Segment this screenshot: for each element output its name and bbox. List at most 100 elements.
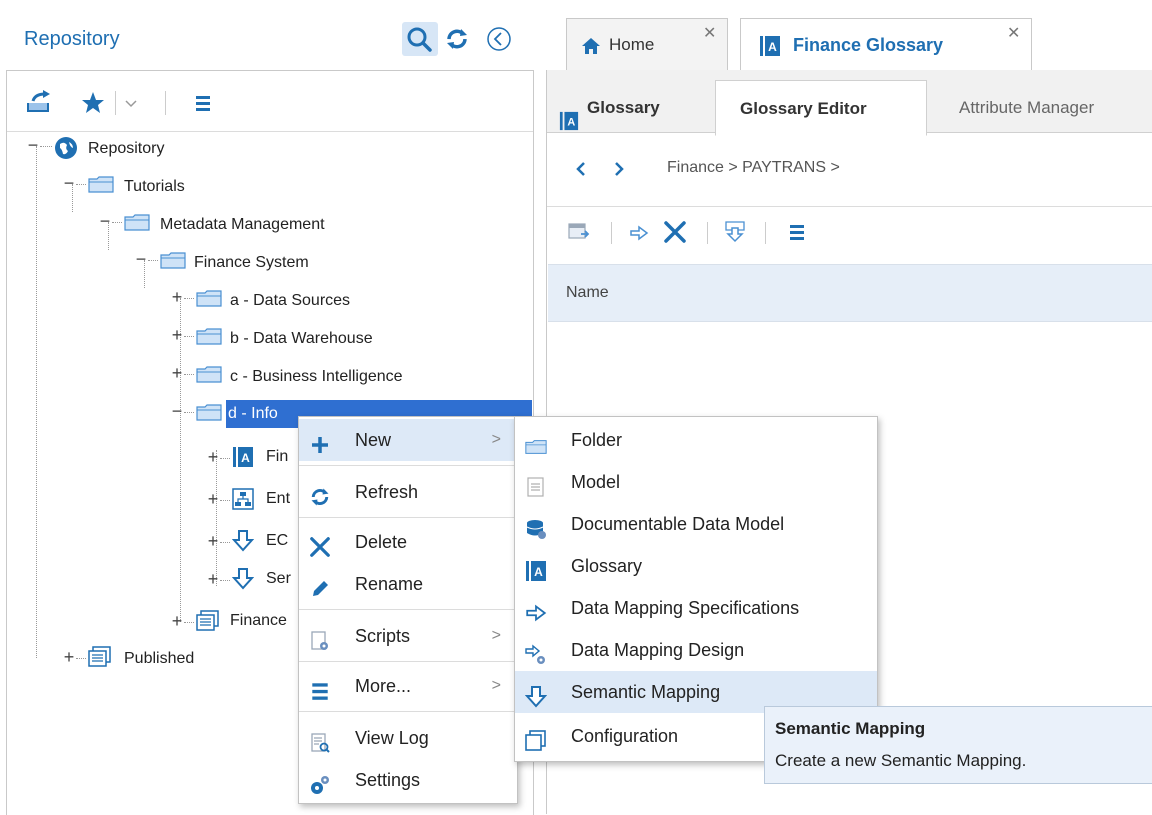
expand-toggle[interactable]: + xyxy=(206,448,220,466)
submenu-item-data-mapping-design[interactable]: Data Mapping Design xyxy=(515,629,877,671)
expand-toggle[interactable]: + xyxy=(206,532,220,550)
collapse-toggle[interactable]: − xyxy=(26,136,40,154)
tooltip-title: Semantic Mapping xyxy=(775,719,926,738)
submenu-item-model[interactable]: Model xyxy=(515,461,877,503)
tree-item-label: Finance xyxy=(230,612,287,629)
divider xyxy=(707,222,708,244)
refresh-icon[interactable] xyxy=(444,26,470,52)
tree-item-label: Repository xyxy=(88,140,165,157)
chevron-right-icon: > xyxy=(491,431,501,448)
expand-toggle[interactable]: + xyxy=(206,570,220,588)
tab-glossary-editor[interactable]: Glossary Editor xyxy=(715,80,927,136)
menu-icon[interactable] xyxy=(787,222,807,242)
tab-label: Attribute Manager xyxy=(959,98,1095,117)
expand-toggle[interactable]: + xyxy=(206,490,220,508)
menu-item-label: Glossary xyxy=(571,556,643,576)
svg-text:A: A xyxy=(567,117,575,129)
collapse-toggle[interactable]: − xyxy=(134,250,148,268)
tab-finance-glossary[interactable]: A Finance Glossary ✕ xyxy=(740,18,1032,73)
tree-item-label: Tutorials xyxy=(124,178,185,195)
submenu-item-data-mapping-specifications[interactable]: Data Mapping Specifications xyxy=(515,587,877,629)
menu-item-rename[interactable]: Rename xyxy=(299,563,517,605)
menu-item-scripts[interactable]: Scripts > xyxy=(299,615,517,657)
close-icon[interactable]: ✕ xyxy=(1007,23,1020,43)
menu-item-view-log[interactable]: View Log xyxy=(299,717,517,759)
submenu-item-documentable-data-model[interactable]: Documentable Data Model xyxy=(515,503,877,545)
menu-item-label: Model xyxy=(571,472,621,492)
model-icon xyxy=(525,471,547,497)
collapse-toggle[interactable]: − xyxy=(98,212,112,230)
chevron-right-icon: > xyxy=(491,627,501,644)
star-icon[interactable] xyxy=(81,91,105,115)
svg-text:A: A xyxy=(241,451,250,465)
gear-icon xyxy=(309,769,331,794)
collapse-toggle[interactable]: − xyxy=(170,402,184,420)
divider xyxy=(765,222,766,244)
delete-icon[interactable] xyxy=(663,220,687,244)
submenu-item-glossary[interactable]: A Glossary xyxy=(515,545,877,587)
glossary-icon: A xyxy=(559,98,579,131)
chevron-down-icon[interactable] xyxy=(123,95,139,111)
move-icon[interactable] xyxy=(629,224,649,242)
mapping-design-icon xyxy=(525,639,547,664)
menu-item-label: Configuration xyxy=(571,726,679,746)
expand-toggle[interactable]: + xyxy=(170,612,184,630)
tab-label: Home xyxy=(609,35,655,54)
tree-item-label: Published xyxy=(124,650,195,667)
glossary-icon: A xyxy=(759,35,781,57)
folder-icon xyxy=(196,290,222,307)
tab-glossary[interactable]: A Glossary xyxy=(555,80,705,136)
close-icon[interactable]: ✕ xyxy=(703,23,716,43)
menu-item-refresh[interactable]: Refresh xyxy=(299,471,517,513)
menu-item-new[interactable]: New > xyxy=(299,419,517,461)
repository-header: Repository xyxy=(0,0,540,70)
tree-item-label: d - Info xyxy=(228,405,278,422)
collapse-toggle[interactable]: − xyxy=(62,174,76,192)
search-icon[interactable] xyxy=(402,22,438,56)
menu-item-label: New xyxy=(355,430,392,450)
folder-icon xyxy=(196,404,222,421)
script-icon xyxy=(309,625,331,650)
menu-item-label: Folder xyxy=(571,430,623,450)
refresh-icon xyxy=(309,481,331,506)
tab-home[interactable]: Home ✕ xyxy=(566,18,728,71)
menu-item-label: Delete xyxy=(355,532,408,552)
context-menu: New > Refresh Delete Rename Scripts > Mo… xyxy=(298,416,518,804)
menu-item-label: View Log xyxy=(355,728,429,748)
menu-icon[interactable] xyxy=(193,93,213,113)
forward-icon[interactable] xyxy=(611,160,627,178)
tree-item-label: Metadata Management xyxy=(160,216,325,233)
expand-toggle[interactable]: + xyxy=(62,648,76,666)
folder-icon xyxy=(160,252,186,269)
log-icon xyxy=(309,727,331,753)
breadcrumb[interactable]: Finance > PAYTRANS > xyxy=(667,159,840,177)
tab-attribute-manager[interactable]: Attribute Manager xyxy=(937,80,1152,136)
svg-text:A: A xyxy=(768,40,777,54)
expand-toggle[interactable]: + xyxy=(170,326,184,344)
divider xyxy=(115,91,116,115)
globe-icon xyxy=(54,136,78,160)
expand-toggle[interactable]: + xyxy=(170,288,184,306)
new-item-icon[interactable] xyxy=(567,220,591,244)
collapse-panel-icon[interactable] xyxy=(486,26,512,52)
folder-icon xyxy=(196,328,222,345)
tree-item-label: Ser xyxy=(266,570,291,587)
semantic-mapping-icon xyxy=(231,530,255,552)
import-icon[interactable] xyxy=(25,89,53,115)
menu-item-more[interactable]: More... > xyxy=(299,665,517,707)
chevron-right-icon: > xyxy=(491,677,501,694)
menu-item-label: Refresh xyxy=(355,482,419,502)
menu-item-settings[interactable]: Settings xyxy=(299,759,517,801)
glossary-icon: A xyxy=(232,446,254,468)
column-header-name[interactable]: Name xyxy=(566,284,609,302)
plus-icon xyxy=(309,429,331,453)
menu-item-delete[interactable]: Delete xyxy=(299,521,517,563)
expand-toggle[interactable]: + xyxy=(170,364,184,382)
submenu-item-folder[interactable]: Folder xyxy=(515,419,877,461)
published-icon xyxy=(196,610,220,632)
pencil-icon xyxy=(309,573,331,596)
import-icon[interactable] xyxy=(723,220,747,244)
semantic-mapping-icon xyxy=(231,568,255,590)
published-icon xyxy=(88,646,112,668)
back-icon[interactable] xyxy=(573,160,589,178)
